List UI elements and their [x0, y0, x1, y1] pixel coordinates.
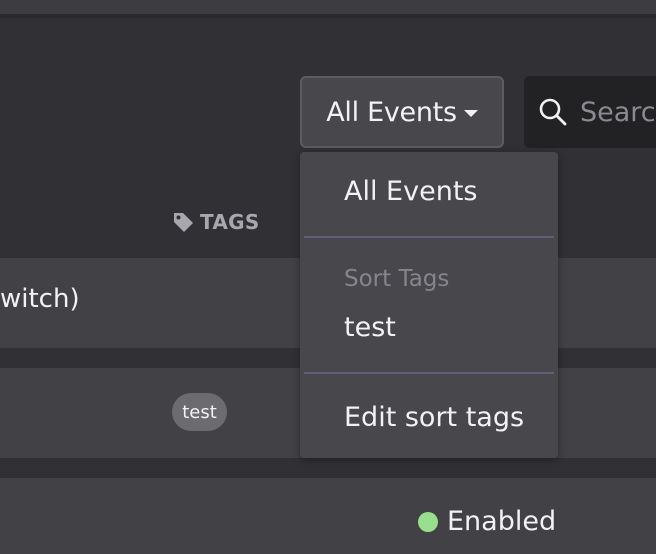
table-row[interactable] [0, 478, 656, 554]
status-label: Enabled [447, 506, 557, 537]
event-filter-button[interactable]: All Events [300, 76, 504, 148]
menu-divider [304, 372, 554, 374]
tags-column-header[interactable]: TAGS [172, 210, 260, 234]
tag-badge[interactable]: test [172, 393, 227, 431]
caret-down-icon [463, 110, 478, 117]
row-name: witch) [0, 284, 80, 314]
top-bar-divider [0, 14, 656, 18]
menu-section-header: Sort Tags [344, 266, 450, 292]
search-icon [539, 98, 567, 126]
status-indicator: Enabled [418, 506, 556, 537]
menu-item-all-events[interactable]: All Events [344, 176, 477, 207]
event-filter-menu: All Events Sort Tags test Edit sort tags [300, 152, 558, 458]
status-dot-icon [418, 511, 438, 532]
menu-item-edit-sort-tags[interactable]: Edit sort tags [344, 402, 524, 433]
top-bar [0, 0, 656, 14]
event-filter-label: All Events [326, 96, 457, 128]
search-box[interactable] [524, 76, 656, 148]
menu-item-tag-test[interactable]: test [344, 312, 396, 343]
tags-header-label: TAGS [200, 210, 260, 234]
menu-divider [304, 236, 554, 238]
search-input[interactable] [580, 96, 656, 128]
tag-icon [174, 213, 193, 232]
